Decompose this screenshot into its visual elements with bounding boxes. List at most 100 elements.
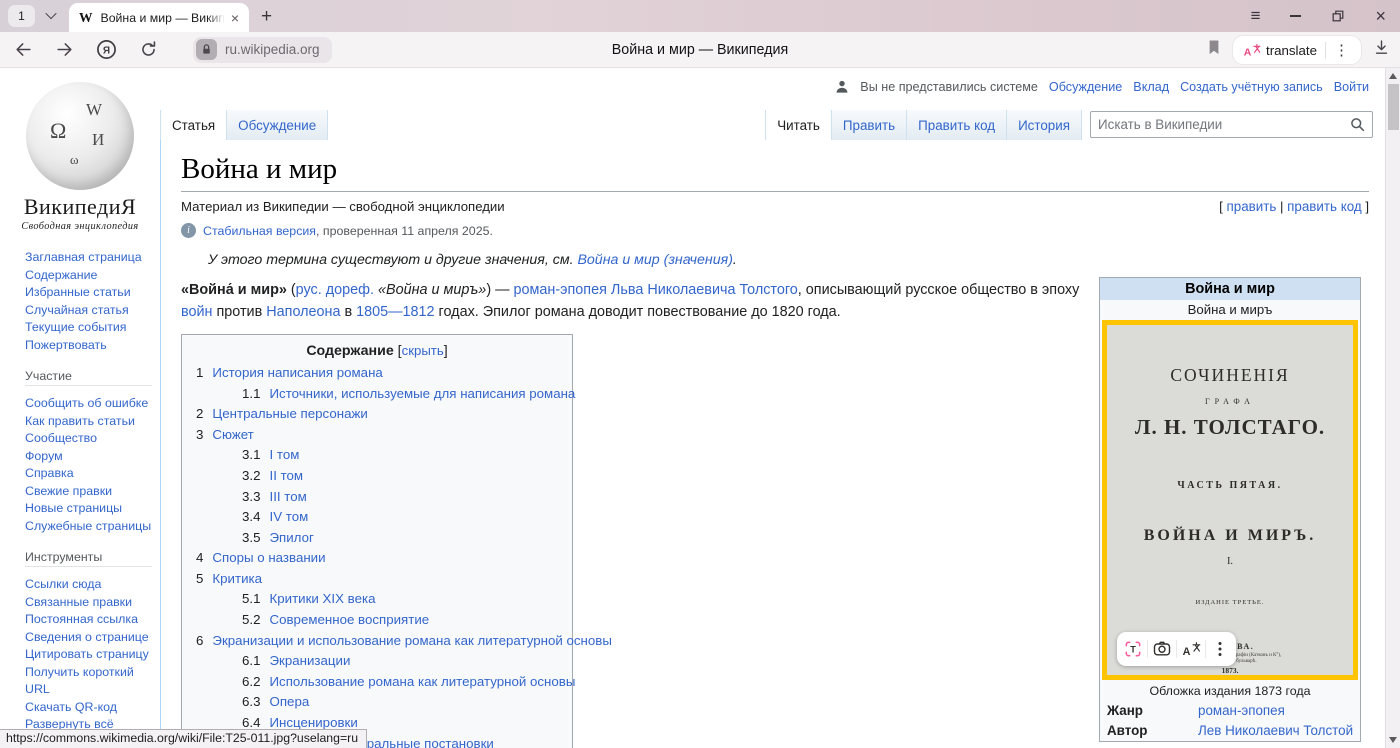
search-input[interactable] <box>1098 117 1350 132</box>
toc-link[interactable]: II том <box>270 469 304 483</box>
toc-link[interactable]: Критика <box>212 572 262 586</box>
sidebar-link[interactable]: Свежие правки <box>25 483 154 501</box>
forward-icon[interactable] <box>55 40 74 59</box>
wiki-sidebar: ΩWИω ВикипедиЯ Свободная энциклопедия За… <box>0 72 160 748</box>
toc-link[interactable]: Современное восприятие <box>270 613 430 627</box>
image-hover-toolbar: T A <box>1117 632 1236 666</box>
sidebar-link[interactable]: Служебные страницы <box>25 518 154 536</box>
view-tab[interactable]: Править <box>831 110 906 140</box>
toc-number: 5.2 <box>242 613 261 627</box>
sidebar-link[interactable]: Пожертвовать <box>25 337 154 355</box>
tab-counter-button[interactable]: 1 <box>8 5 35 27</box>
yandex-icon[interactable]: Я <box>96 39 117 60</box>
lead-link[interactable]: Наполеона <box>266 304 340 320</box>
download-icon[interactable] <box>1373 39 1390 61</box>
sidebar-link[interactable]: Справка <box>25 465 154 483</box>
toc-link[interactable]: IV том <box>270 510 309 524</box>
restore-icon[interactable] <box>1331 9 1345 23</box>
edit-link[interactable]: править <box>1227 199 1277 214</box>
view-tab[interactable]: Править код <box>906 110 1006 140</box>
lead-link[interactable]: рус. дореф. <box>296 282 374 298</box>
sidebar-section-list: Ссылки сюдаСвязанные правкиПостоянная сс… <box>0 567 160 736</box>
infobox-value-link[interactable]: Лев Николаевич Толстой <box>1198 723 1353 738</box>
sidebar-link[interactable]: Ссылки сюда <box>25 576 154 594</box>
sidebar-link[interactable]: Заглавная страница <box>25 249 154 267</box>
personal-link[interactable]: Обсуждение <box>1049 80 1122 94</box>
book-cover-image[interactable]: СОЧИНЕНІЯГРАФАЛ. Н. ТОЛСТАГО.ЧАСТЬ ПЯТАЯ… <box>1102 320 1358 680</box>
sidebar-link[interactable]: Сообщить об ошибке <box>25 395 154 413</box>
toc-link[interactable]: Центральные персонажи <box>212 407 367 421</box>
sidebar-link[interactable]: Избранные статьи <box>25 284 154 302</box>
lead-link[interactable]: роман-эпопея <box>514 282 607 298</box>
article-tab[interactable]: Статья <box>160 110 226 140</box>
tab-close-icon[interactable]: × <box>229 9 241 27</box>
toc-item: 5.2 Современное восприятие <box>196 613 558 627</box>
scroll-up-icon[interactable] <box>1389 73 1397 79</box>
personal-link[interactable]: Создать учётную запись <box>1180 80 1323 94</box>
wiki-search-box[interactable] <box>1090 111 1373 138</box>
lock-icon[interactable] <box>196 39 217 60</box>
tab-list-chevron-icon[interactable] <box>45 8 56 19</box>
toc-link[interactable]: Сюжет <box>212 428 253 442</box>
browser-tab-strip: 1 W Война и мир — Википедия × + ≡ × <box>0 0 1400 32</box>
sidebar-link[interactable]: Цитировать страницу <box>25 646 154 664</box>
bookmark-icon[interactable] <box>1207 39 1221 61</box>
toc-link[interactable]: Эпилог <box>270 531 314 545</box>
browser-menu-icon[interactable]: ≡ <box>1251 6 1261 26</box>
sidebar-link[interactable]: Текущие события <box>25 319 154 337</box>
toc-link[interactable]: Инсценировки <box>270 716 358 730</box>
toc-link[interactable]: Экранизации <box>270 654 351 668</box>
minimize-icon[interactable] <box>1290 15 1301 17</box>
toc-link[interactable]: Использование романа как литературной ос… <box>270 675 576 689</box>
svg-text:T: T <box>1130 644 1136 654</box>
sidebar-link[interactable]: Скачать QR-код <box>25 699 154 717</box>
toc-link[interactable]: Экранизации и использование романа как л… <box>212 634 611 648</box>
toc-link[interactable]: Источники, используемые для написания ро… <box>270 387 576 401</box>
personal-link[interactable]: Войти <box>1334 80 1369 94</box>
wikipedia-logo[interactable]: ΩWИω ВикипедиЯ Свободная энциклопедия <box>0 72 160 240</box>
visual-search-icon[interactable] <box>1148 634 1176 664</box>
article-tab[interactable]: Обсуждение <box>226 110 328 140</box>
toc-link[interactable]: III том <box>270 490 307 504</box>
sidebar-link[interactable]: Получить короткий URL <box>25 664 154 699</box>
infobox-value-link[interactable]: роман-эпопея <box>1198 703 1285 718</box>
new-tab-button[interactable]: + <box>261 7 272 26</box>
back-icon[interactable] <box>14 40 33 59</box>
scrollbar-thumb[interactable] <box>1388 84 1399 130</box>
image-translate-icon[interactable]: A <box>1177 634 1205 664</box>
edit-source-link[interactable]: править код <box>1287 199 1362 214</box>
translate-button[interactable]: A translate ⋮ <box>1233 36 1361 64</box>
sidebar-link[interactable]: Как править статьи <box>25 413 154 431</box>
browser-tab[interactable]: W Война и мир — Википедия × <box>69 3 249 32</box>
refresh-icon[interactable] <box>139 40 158 59</box>
toc-link[interactable]: I том <box>270 448 300 462</box>
view-tab[interactable]: История <box>1006 110 1082 140</box>
close-window-icon[interactable]: × <box>1375 7 1386 25</box>
scroll-down-icon[interactable] <box>1389 737 1397 743</box>
toc-link[interactable]: Споры о названии <box>212 551 325 565</box>
sidebar-link[interactable]: Содержание <box>25 267 154 285</box>
sidebar-link[interactable]: Связанные правки <box>25 594 154 612</box>
translate-more-icon[interactable]: ⋮ <box>1326 41 1357 59</box>
sidebar-link[interactable]: Постоянная ссылка <box>25 611 154 629</box>
lead-link[interactable]: Льва Николаевича Толстого <box>611 282 798 298</box>
personal-link[interactable]: Вклад <box>1133 80 1169 94</box>
toc-link[interactable]: История написания романа <box>212 366 382 380</box>
text-recognition-icon[interactable]: T <box>1119 634 1147 664</box>
lead-link[interactable]: 1805—1812 <box>356 304 434 320</box>
search-icon[interactable] <box>1350 117 1365 132</box>
toc-link[interactable]: Критики XIX века <box>270 592 376 606</box>
image-more-icon[interactable] <box>1206 634 1234 664</box>
toc-link[interactable]: Опера <box>270 695 310 709</box>
sidebar-link[interactable]: Случайная статья <box>25 302 154 320</box>
toc-hide-link[interactable]: скрыть <box>402 343 444 358</box>
lead-link[interactable]: войн <box>181 304 212 320</box>
view-tab[interactable]: Читать <box>765 110 831 140</box>
disambiguation-link[interactable]: Война и мир (значения) <box>577 252 732 268</box>
sidebar-link[interactable]: Сообщество <box>25 430 154 448</box>
scrollbar[interactable] <box>1385 68 1400 748</box>
stable-version-link[interactable]: Стабильная версия <box>203 224 316 238</box>
sidebar-link[interactable]: Форум <box>25 448 154 466</box>
sidebar-link[interactable]: Сведения о странице <box>25 629 154 647</box>
sidebar-link[interactable]: Новые страницы <box>25 500 154 518</box>
